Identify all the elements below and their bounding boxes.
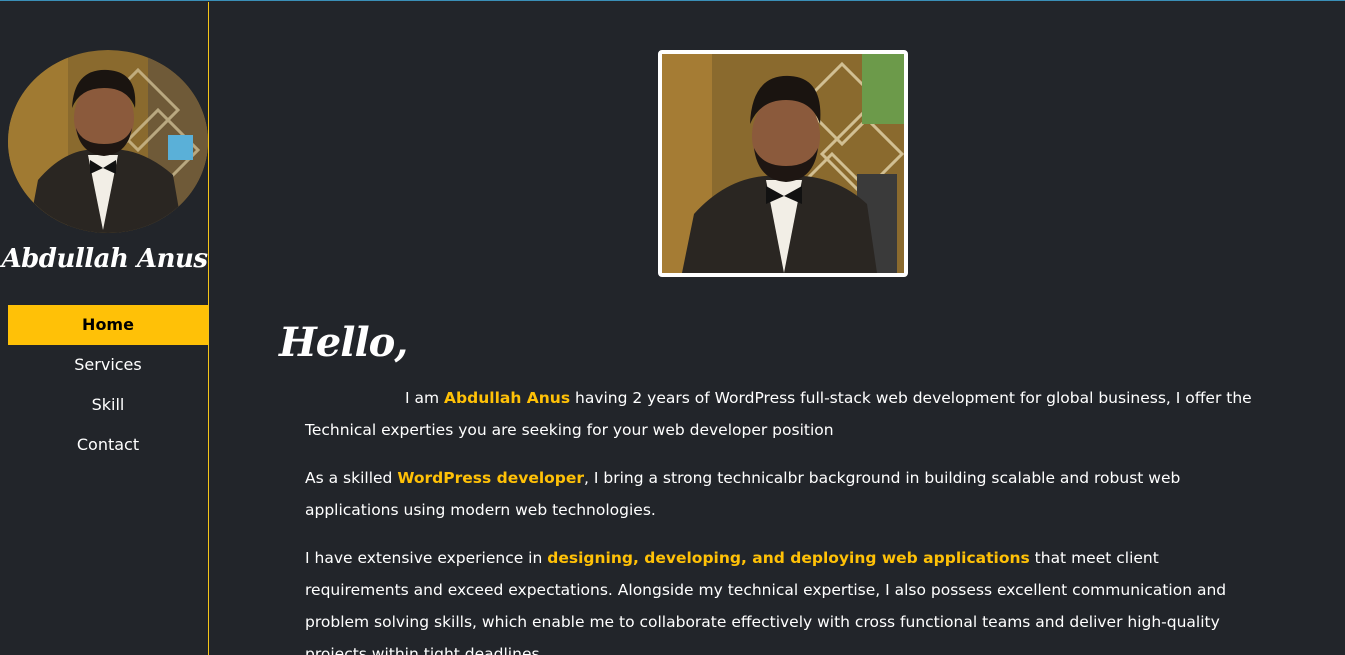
nav-item-skill[interactable]: Skill (8, 385, 208, 425)
sidebar-name: Abdullah Anus (1, 244, 208, 274)
highlight-experience: designing, developing, and deploying web… (547, 549, 1030, 567)
sidebar-nav: Home Services Skill Contact (8, 305, 208, 465)
profile-avatar (8, 50, 208, 233)
experience-paragraph: I have extensive experience in designing… (305, 549, 1227, 655)
highlight-name: Abdullah Anus (444, 389, 571, 407)
sidebar: Abdullah Anus Home Services Skill Contac… (0, 2, 209, 655)
intro-paragraph: I am Abdullah Anus having 2 years of Wor… (305, 389, 1252, 439)
nav-item-contact[interactable]: Contact (8, 425, 208, 465)
highlight-role: WordPress developer (397, 469, 585, 487)
about-content: I am Abdullah Anus having 2 years of Wor… (305, 382, 1260, 655)
nav-item-services[interactable]: Services (8, 345, 208, 385)
skills-paragraph: As a skilled WordPress developer, I brin… (305, 469, 1181, 519)
profile-photo (658, 50, 908, 277)
greeting-heading: Hello, (279, 319, 408, 366)
nav-item-home[interactable]: Home (8, 305, 208, 345)
